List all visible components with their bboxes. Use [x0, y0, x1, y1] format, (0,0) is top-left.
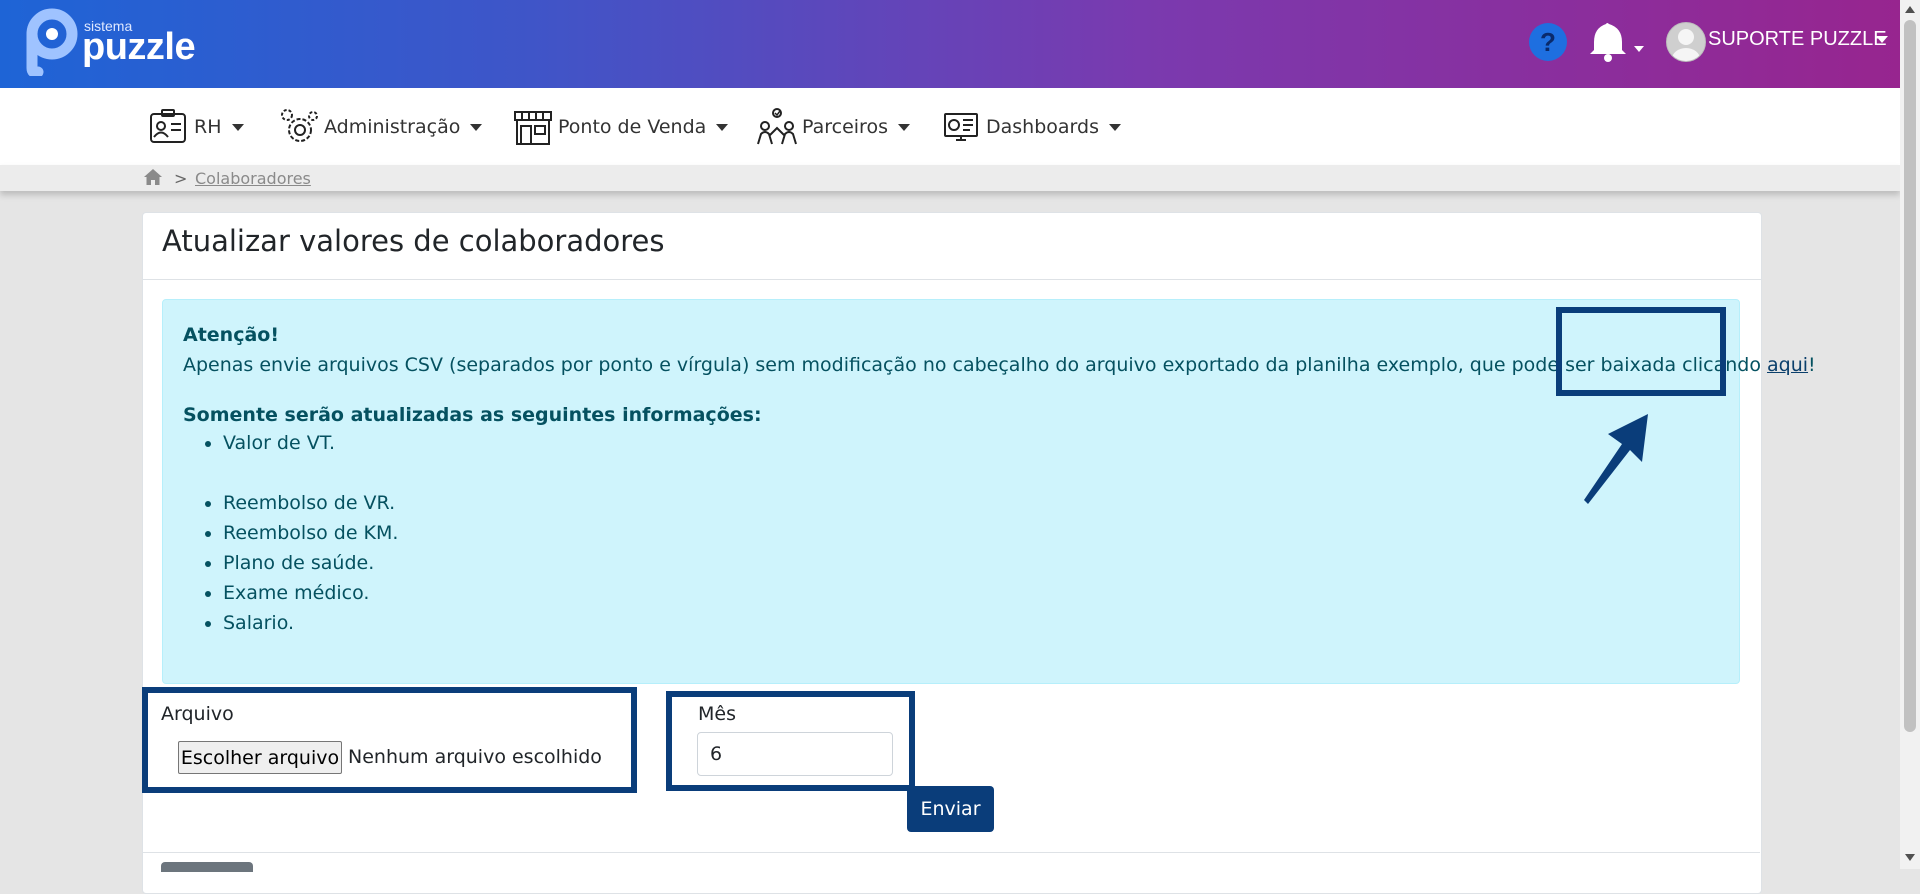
brand-name: puzzle [82, 26, 196, 68]
list-item: Valor de VT. [223, 428, 398, 458]
scroll-down-arrow-icon[interactable] [1905, 854, 1915, 861]
user-menu-caret-icon[interactable] [1876, 36, 1888, 43]
list-item: Salario. [223, 608, 398, 638]
alert-list-heading: Somente serão atualizadas as seguintes i… [183, 404, 762, 426]
svg-text:?: ? [1540, 27, 1556, 57]
nav-label-administracao: Administração [324, 116, 461, 138]
nav-item-ponto-de-venda[interactable]: Ponto de Venda [512, 106, 729, 148]
store-icon [514, 111, 552, 145]
scrollbar-thumb[interactable] [1904, 20, 1916, 732]
breadcrumb: > Colaboradores [0, 165, 1900, 191]
help-icon[interactable]: ? [1528, 22, 1568, 62]
nav-label-parceiros: Parceiros [802, 116, 888, 138]
footer-button[interactable] [161, 862, 253, 872]
nav-label-ponto-de-venda: Ponto de Venda [558, 116, 707, 138]
list-item: Reembolso de KM. [223, 518, 398, 548]
user-silhouette-icon [1672, 29, 1700, 61]
nav-item-dashboards[interactable]: Dashboards [940, 106, 1121, 148]
card-footer-divider [142, 852, 1760, 853]
main-nav: RH Administração Ponto de Venda Parceiro… [0, 88, 1900, 165]
nav-item-administracao[interactable]: Administração [278, 106, 483, 148]
gears-icon [281, 109, 318, 142]
list-item: Plano de saúde. [223, 548, 398, 578]
list-item: Exame médico. [223, 578, 398, 608]
nav-item-rh[interactable]: RH [148, 106, 244, 148]
nav-label-rh: RH [194, 116, 222, 138]
scroll-up-arrow-icon[interactable] [1905, 6, 1915, 13]
card-header: Atualizar valores de colaboradores [143, 213, 1761, 280]
alert-heading: Atenção! [183, 324, 280, 346]
page-scrollbar[interactable] [1900, 0, 1920, 869]
chevron-down-icon [231, 123, 244, 131]
chevron-down-icon [716, 123, 729, 131]
highlight-box-file-field [142, 687, 637, 793]
submit-button[interactable]: Enviar [907, 786, 994, 832]
annotation-arrow-icon [1584, 414, 1648, 504]
top-header: sistema puzzle ? SUPORTE PUZZLE [0, 0, 1900, 88]
user-menu-name[interactable]: SUPORTE PUZZLE [1708, 28, 1887, 51]
puzzle-logo-mark [26, 8, 78, 76]
info-alert: Atenção! Apenas envie arquivos CSV (sepa… [162, 299, 1816, 684]
chevron-down-icon [1108, 123, 1121, 131]
alert-message-text: Apenas envie arquivos CSV (separados por… [183, 354, 1768, 376]
alert-message-end: ! [1808, 354, 1816, 376]
updated-fields-list: Valor de VT. Reembolso de VR. Reembolso … [183, 428, 398, 638]
home-icon[interactable] [143, 168, 163, 186]
list-item: Reembolso de VR. [223, 488, 398, 518]
partners-icon [757, 108, 797, 145]
download-example-link[interactable]: aqui [1767, 354, 1808, 376]
nav-label-dashboards: Dashboards [986, 116, 1099, 138]
monitor-chart-icon [944, 113, 978, 141]
list-item-empty [223, 458, 398, 488]
user-avatar[interactable] [1666, 22, 1706, 62]
brand-logo[interactable]: sistema puzzle [26, 8, 206, 80]
nav-item-parceiros[interactable]: Parceiros [756, 106, 910, 148]
breadcrumb-link-colaboradores[interactable]: Colaboradores [195, 169, 311, 188]
id-card-icon [150, 109, 186, 143]
page-title: Atualizar valores de colaboradores [162, 224, 665, 258]
chevron-down-icon [470, 123, 483, 131]
breadcrumb-separator: > [174, 169, 188, 188]
chevron-down-icon [897, 123, 910, 131]
notifications-bell-icon[interactable] [1586, 20, 1646, 64]
highlight-box-month-field [666, 691, 915, 791]
highlight-box-download-link [1556, 307, 1726, 396]
